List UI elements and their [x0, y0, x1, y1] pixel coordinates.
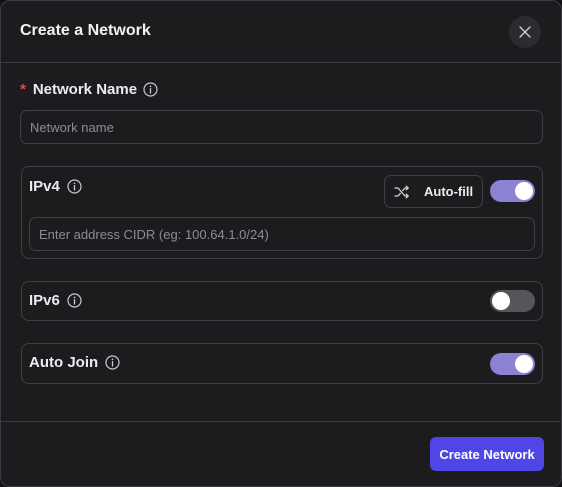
- toggle-knob: [492, 292, 510, 310]
- info-icon[interactable]: [67, 293, 82, 308]
- info-icon[interactable]: [105, 355, 120, 370]
- ipv4-toggle[interactable]: [490, 180, 535, 202]
- dialog-footer: Create Network: [1, 421, 561, 486]
- network-name-label-row: * Network Name: [20, 81, 158, 98]
- autofill-label: Auto-fill: [424, 184, 474, 199]
- auto-join-label: Auto Join: [29, 354, 99, 371]
- close-icon: [519, 26, 531, 38]
- auto-join-label-row: Auto Join: [29, 354, 120, 371]
- ipv6-toggle[interactable]: [490, 290, 535, 312]
- dialog-title: Create a Network: [20, 22, 151, 39]
- ipv4-label-row: IPv4: [29, 178, 82, 195]
- ipv4-label: IPv4: [29, 178, 60, 195]
- close-button[interactable]: [509, 16, 541, 48]
- ipv4-cidr-input[interactable]: [29, 217, 535, 251]
- shuffle-icon: [394, 185, 410, 199]
- ipv6-label-row: IPv6: [29, 292, 82, 309]
- toggle-knob: [515, 182, 533, 200]
- required-marker: *: [20, 81, 26, 98]
- create-network-button[interactable]: Create Network: [430, 437, 544, 471]
- network-name-label: Network Name: [32, 81, 138, 98]
- ipv6-card: IPv6: [21, 281, 543, 321]
- auto-join-toggle[interactable]: [490, 353, 535, 375]
- network-name-input[interactable]: [20, 110, 543, 144]
- ipv4-card: IPv4 Auto-fill: [21, 166, 543, 259]
- info-icon[interactable]: [67, 179, 82, 194]
- toggle-knob: [515, 355, 533, 373]
- dialog-header: Create a Network: [1, 1, 561, 63]
- auto-join-card: Auto Join: [21, 343, 543, 384]
- autofill-button[interactable]: Auto-fill: [384, 175, 483, 208]
- ipv6-label: IPv6: [29, 292, 60, 309]
- create-network-dialog: Create a Network * Network Name IPv4: [0, 0, 562, 487]
- info-icon[interactable]: [143, 82, 158, 97]
